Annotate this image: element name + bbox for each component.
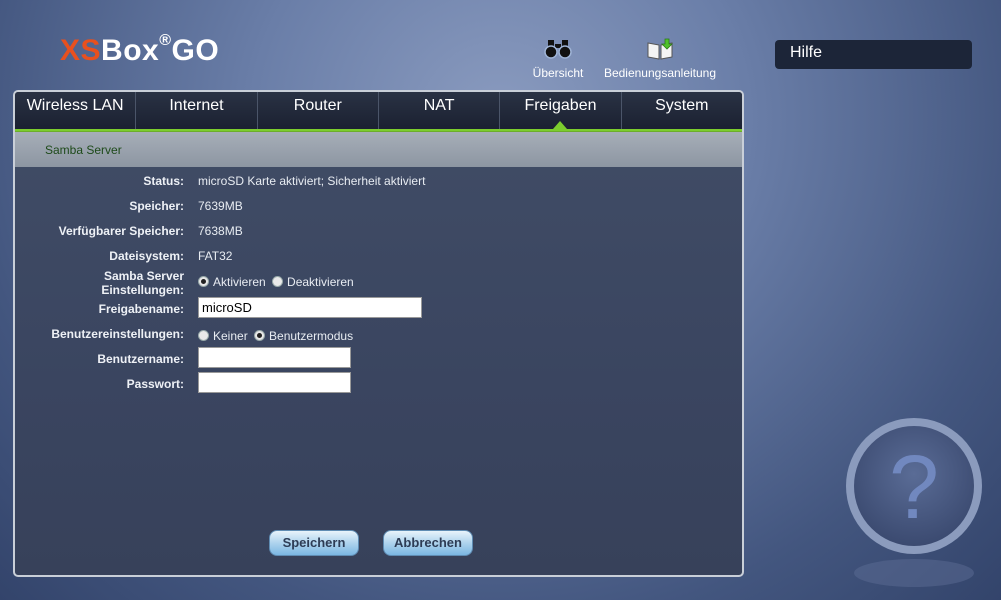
- cancel-button[interactable]: Abbrechen: [383, 530, 473, 556]
- free-memory-value: 7638MB: [198, 224, 243, 238]
- tab-system[interactable]: System: [622, 92, 742, 129]
- samba-enable-radio[interactable]: [198, 276, 209, 287]
- username-input[interactable]: [198, 347, 351, 368]
- user-mode-label: Benutzermodus: [269, 329, 354, 343]
- binoculars-icon: [530, 38, 586, 62]
- section-title: Samba Server: [45, 143, 122, 157]
- tab-bar: Wireless LAN Internet Router NAT Freigab…: [15, 92, 742, 131]
- user-none-radio[interactable]: [198, 330, 209, 341]
- help-label: Hilfe: [790, 44, 823, 61]
- password-input[interactable]: [198, 372, 351, 393]
- samba-disable-radio[interactable]: [272, 276, 284, 287]
- tab-freigaben[interactable]: Freigaben: [500, 92, 622, 129]
- tab-router[interactable]: Router: [258, 92, 379, 129]
- tab-wireless-lan[interactable]: Wireless LAN: [15, 92, 137, 129]
- main-panel: Wireless LAN Internet Router NAT Freigab…: [13, 90, 744, 577]
- tab-internet[interactable]: Internet: [136, 92, 258, 129]
- memory-value: 7639MB: [198, 199, 243, 213]
- samba-enable-label: Aktivieren: [213, 275, 266, 289]
- svg-text:?: ?: [889, 438, 939, 538]
- filesystem-label: Dateisystem:: [109, 249, 184, 263]
- overview-link[interactable]: Übersicht: [530, 38, 586, 80]
- free-memory-label: Verfügbarer Speicher:: [58, 224, 184, 238]
- help-question-icon[interactable]: ?: [838, 418, 990, 593]
- manual-label: Bedienungsanleitung: [603, 66, 717, 80]
- share-name-label: Freigabename:: [98, 302, 184, 316]
- book-download-icon: [600, 38, 720, 62]
- help-panel[interactable]: Hilfe: [775, 40, 972, 69]
- samba-disable-label: Deaktivieren: [287, 275, 354, 289]
- user-mode-radio[interactable]: [254, 330, 266, 341]
- user-radio-group: Keiner Benutzermodus: [198, 329, 353, 343]
- status-label: Status:: [143, 174, 184, 188]
- tab-nat[interactable]: NAT: [379, 92, 501, 129]
- save-button[interactable]: Speichern: [269, 530, 359, 556]
- share-name-input[interactable]: [198, 297, 422, 318]
- samba-radio-group: Aktivieren Deaktivieren: [198, 275, 354, 289]
- samba-settings-label: Samba Server Einstellungen:: [101, 269, 184, 297]
- username-label: Benutzername:: [97, 352, 184, 366]
- user-settings-label: Benutzereinstellungen:: [51, 327, 184, 341]
- password-label: Passwort:: [126, 377, 184, 391]
- filesystem-value: FAT32: [198, 249, 233, 263]
- user-none-label: Keiner: [213, 329, 248, 343]
- overview-label: Übersicht: [532, 66, 584, 80]
- memory-label: Speicher:: [129, 199, 184, 213]
- section-header: Samba Server: [15, 131, 742, 167]
- manual-link[interactable]: Bedienungsanleitung: [600, 38, 720, 80]
- status-value: microSD Karte aktiviert; Sicherheit akti…: [198, 174, 426, 188]
- brand-logo: XSBox®GO: [60, 32, 220, 67]
